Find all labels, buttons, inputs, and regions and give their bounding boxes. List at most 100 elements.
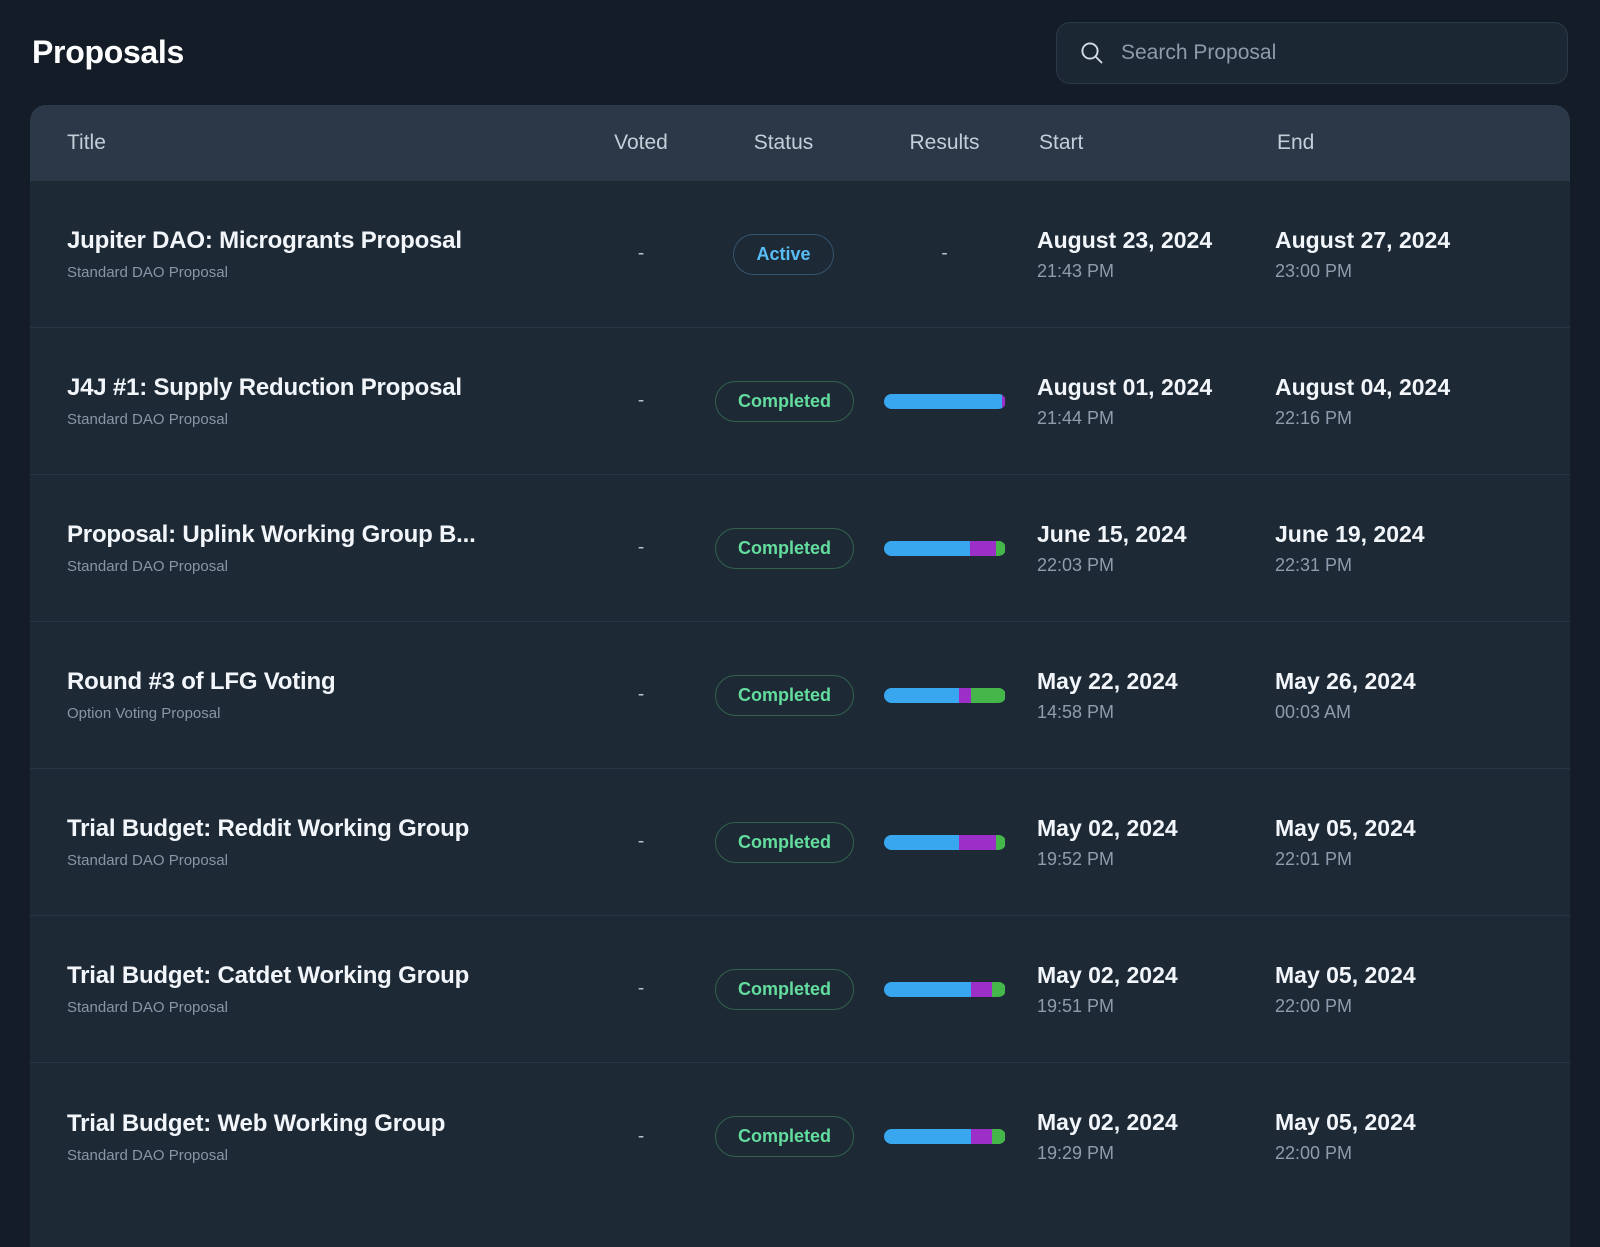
proposal-title-cell[interactable]: Round #3 of LFG Voting Option Voting Prop… [30, 668, 567, 722]
status-badge: Completed [715, 1116, 855, 1157]
results-segment [970, 540, 996, 556]
table-body: Jupiter DAO: Microgrants Proposal Standar… [30, 181, 1570, 1210]
proposal-title-cell[interactable]: Trial Budget: Web Working Group Standard … [30, 1110, 567, 1164]
start-cell: August 01, 2024 21:44 PM [1037, 374, 1275, 429]
status-badge: Completed [715, 527, 855, 569]
results-bar[interactable] [883, 687, 1006, 703]
start-time: 19:52 PM [1037, 848, 1115, 869]
start-cell: May 02, 2024 19:52 PM [1037, 815, 1275, 870]
proposal-title-cell[interactable]: J4J #1: Supply Reduction Proposal Standar… [30, 374, 567, 428]
start-time: 19:51 PM [1037, 995, 1115, 1016]
end-cell: May 05, 2024 22:00 PM [1275, 962, 1520, 1017]
proposal-title: Trial Budget: Catdet Working Group [67, 962, 470, 989]
voted-cell: - [567, 978, 715, 1000]
end-cell: August 27, 2024 23:00 PM [1275, 227, 1520, 282]
end-time: 22:01 PM [1275, 848, 1353, 869]
voted-value: - [637, 243, 645, 264]
search-box[interactable] [1056, 21, 1568, 84]
start-cell: May 02, 2024 19:29 PM [1037, 1109, 1275, 1164]
proposal-subtitle: Standard DAO Proposal [67, 999, 228, 1016]
results-cell [852, 540, 1037, 556]
end-date: August 27, 2024 [1275, 226, 1451, 253]
voted-cell: - [567, 390, 715, 412]
start-date: May 02, 2024 [1037, 961, 1178, 988]
proposal-subtitle: Standard DAO Proposal [67, 264, 228, 281]
results-segment [959, 687, 972, 703]
start-cell: May 22, 2024 14:58 PM [1037, 668, 1275, 723]
table-row[interactable]: Proposal: Uplink Working Group B... Stand… [30, 475, 1570, 622]
voted-value: - [637, 1125, 645, 1147]
results-bar[interactable] [883, 834, 1006, 850]
results-cell [852, 981, 1037, 997]
results-cell: - [852, 243, 1037, 265]
end-time: 22:16 PM [1275, 407, 1353, 428]
results-cell [852, 393, 1037, 409]
end-date: May 26, 2024 [1275, 667, 1416, 694]
results-segment [992, 981, 1006, 997]
end-cell: May 05, 2024 22:01 PM [1275, 815, 1520, 870]
proposal-title-cell[interactable]: Trial Budget: Reddit Working Group Standa… [30, 815, 567, 869]
results-bar[interactable] [883, 981, 1006, 997]
column-header-results[interactable]: Results [852, 131, 1037, 155]
proposal-title: Round #3 of LFG Voting [67, 668, 336, 695]
search-icon [1079, 40, 1105, 66]
results-segment [1001, 393, 1006, 409]
end-date: June 19, 2024 [1275, 520, 1425, 547]
table-row[interactable]: J4J #1: Supply Reduction Proposal Standar… [30, 328, 1570, 475]
end-date: May 05, 2024 [1275, 961, 1416, 988]
end-time: 22:00 PM [1275, 995, 1353, 1016]
proposal-title-cell[interactable]: Jupiter DAO: Microgrants Proposal Standar… [30, 227, 567, 281]
voted-value: - [637, 390, 645, 411]
start-time: 21:44 PM [1037, 407, 1115, 428]
table-row[interactable]: Trial Budget: Catdet Working Group Standa… [30, 916, 1570, 1063]
results-bar[interactable] [883, 393, 1006, 409]
voted-cell: - [567, 831, 715, 853]
voted-cell: - [567, 1126, 715, 1148]
start-cell: June 15, 2024 22:03 PM [1037, 521, 1275, 576]
column-header-voted[interactable]: Voted [567, 131, 715, 155]
start-date: August 23, 2024 [1037, 226, 1213, 253]
start-cell: August 23, 2024 21:43 PM [1037, 227, 1275, 282]
results-segment [883, 834, 960, 850]
start-date: May 22, 2024 [1037, 667, 1178, 694]
column-header-status[interactable]: Status [715, 131, 852, 155]
status-badge: Completed [715, 674, 855, 716]
status-cell: Completed [715, 527, 855, 569]
search-input[interactable] [1121, 40, 1545, 65]
start-date: May 02, 2024 [1037, 1109, 1178, 1135]
proposal-title-cell[interactable]: Proposal: Uplink Working Group B... Stand… [30, 521, 567, 575]
end-cell: May 05, 2024 22:00 PM [1275, 1109, 1520, 1164]
results-segment [883, 687, 960, 703]
table-row[interactable]: Trial Budget: Web Working Group Standard … [30, 1063, 1570, 1210]
end-time: 00:03 AM [1275, 701, 1352, 722]
proposal-subtitle: Standard DAO Proposal [67, 558, 228, 575]
end-cell: June 19, 2024 22:31 PM [1275, 521, 1520, 576]
results-segment [883, 981, 972, 997]
column-header-start[interactable]: Start [1037, 131, 1275, 155]
proposal-subtitle: Option Voting Proposal [67, 705, 221, 722]
table-row[interactable]: Jupiter DAO: Microgrants Proposal Standar… [30, 181, 1570, 328]
results-segment [971, 981, 993, 997]
voted-value: - [637, 978, 645, 999]
end-cell: May 26, 2024 00:03 AM [1275, 668, 1520, 723]
start-date: May 02, 2024 [1037, 814, 1178, 841]
proposals-table: Title Voted Status Results Start End Jup… [30, 105, 1570, 1247]
end-time: 22:00 PM [1275, 1143, 1353, 1163]
start-date: June 15, 2024 [1037, 520, 1187, 547]
results-bar[interactable] [883, 540, 1006, 556]
proposal-title: Trial Budget: Reddit Working Group [67, 815, 470, 842]
results-segment [971, 1129, 993, 1144]
results-segment [883, 393, 1002, 409]
status-cell: Completed [715, 821, 855, 863]
column-header-end[interactable]: End [1275, 131, 1520, 155]
results-bar[interactable] [883, 1129, 1006, 1144]
table-row[interactable]: Round #3 of LFG Voting Option Voting Prop… [30, 622, 1570, 769]
proposal-title: Jupiter DAO: Microgrants Proposal [67, 227, 462, 254]
proposal-title-cell[interactable]: Trial Budget: Catdet Working Group Standa… [30, 962, 567, 1016]
proposal-title: J4J #1: Supply Reduction Proposal [67, 374, 462, 401]
column-header-title[interactable]: Title [30, 131, 567, 155]
results-segment [971, 687, 1006, 703]
status-badge: Completed [715, 968, 855, 1010]
table-row[interactable]: Trial Budget: Reddit Working Group Standa… [30, 769, 1570, 916]
end-cell: August 04, 2024 22:16 PM [1275, 374, 1520, 429]
